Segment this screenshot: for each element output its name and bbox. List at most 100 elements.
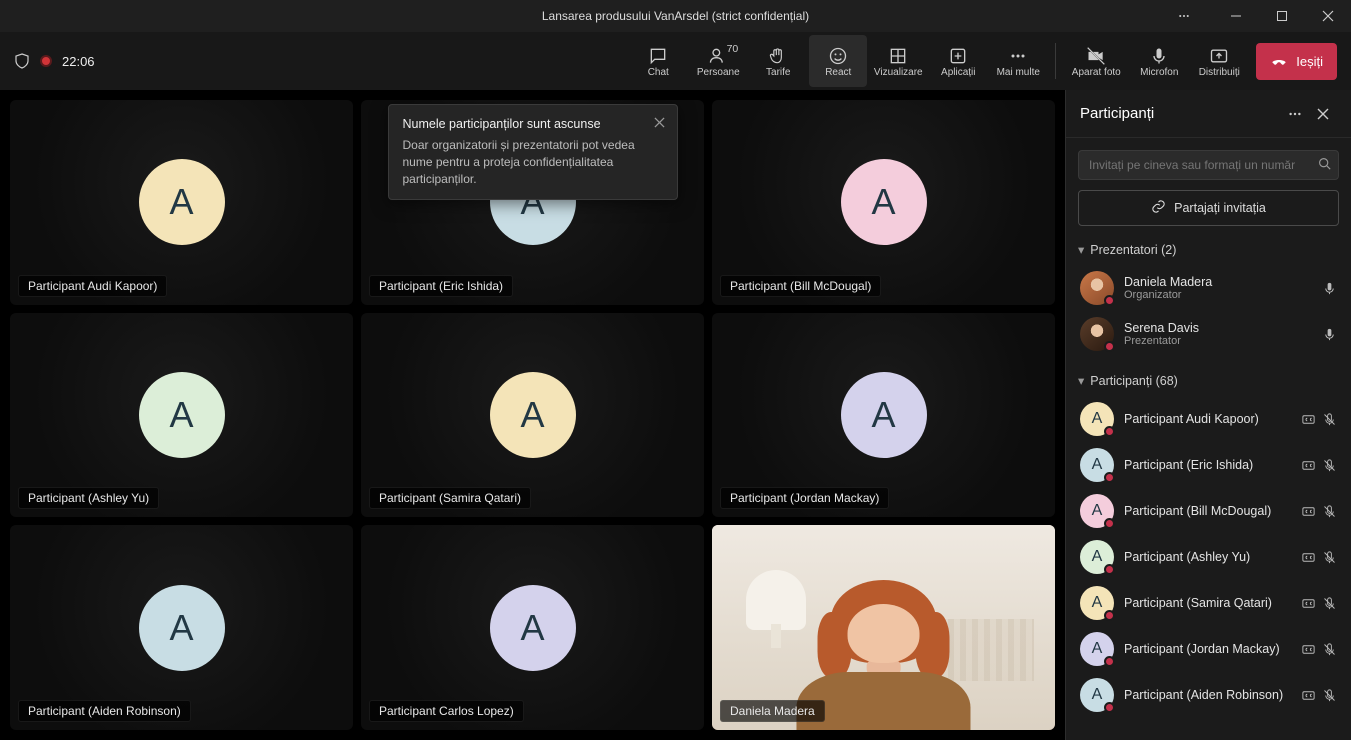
- participant-item[interactable]: A Participant Audi Kapoor): [1078, 396, 1339, 442]
- cc-icon: [1301, 550, 1316, 565]
- avatar: A: [1080, 540, 1114, 574]
- avatar: A: [490, 585, 576, 671]
- participant-item[interactable]: A Participant (Jordan Mackay): [1078, 626, 1339, 672]
- emoji-icon: [828, 45, 848, 67]
- participant-item[interactable]: A Participant (Samira Qatari): [1078, 580, 1339, 626]
- avatar: A: [1080, 586, 1114, 620]
- leave-label: Ieșiți: [1296, 54, 1323, 69]
- participant-name: Participant Audi Kapoor): [1124, 412, 1291, 426]
- presenter-name: Daniela Madera: [1124, 275, 1312, 289]
- more-button[interactable]: Mai multe: [989, 35, 1047, 87]
- share-invite-button[interactable]: Partajați invitația: [1078, 190, 1339, 226]
- more-icon: [1008, 45, 1028, 67]
- avatar: A: [490, 372, 576, 458]
- cc-icon: [1301, 642, 1316, 657]
- avatar: A: [1080, 448, 1114, 482]
- presenter-item[interactable]: Daniela Madera Organizator: [1078, 265, 1339, 311]
- mic-button[interactable]: Microfon: [1130, 35, 1188, 87]
- participant-name-pill: Participant (Aiden Robinson): [18, 700, 191, 722]
- participant-name-pill: Participant Audi Kapoor): [18, 275, 167, 297]
- mic-status-icon: [1322, 281, 1337, 296]
- avatar: A: [139, 159, 225, 245]
- status-dot-icon: [1104, 518, 1115, 529]
- camera-button[interactable]: Aparat foto: [1064, 35, 1128, 87]
- participant-item[interactable]: A Participant (Eric Ishida): [1078, 442, 1339, 488]
- mic-icon: [1149, 45, 1169, 67]
- avatar: A: [139, 372, 225, 458]
- participant-item[interactable]: A Participant (Ashley Yu): [1078, 534, 1339, 580]
- avatar: A: [841, 372, 927, 458]
- presenters-section-header[interactable]: ▾ Prezentatori (2): [1078, 242, 1339, 257]
- title-bar: Lansarea produsului VanArsdel (strict co…: [0, 0, 1351, 32]
- avatar: A: [1080, 402, 1114, 436]
- presenter-item[interactable]: Serena Davis Prezentator: [1078, 311, 1339, 357]
- window-minimize-button[interactable]: [1213, 0, 1259, 32]
- mic-status-icon: [1322, 327, 1337, 342]
- share-screen-icon: [1209, 45, 1229, 67]
- panel-close-button[interactable]: [1309, 100, 1337, 128]
- recording-indicator-icon: [40, 55, 52, 67]
- people-button[interactable]: 70 Persoane: [689, 35, 747, 87]
- cc-icon: [1301, 412, 1316, 427]
- participant-name-pill: Participant (Jordan Mackay): [720, 487, 889, 509]
- window-maximize-button[interactable]: [1259, 0, 1305, 32]
- participant-tile[interactable]: A Participant Carlos Lopez): [361, 525, 704, 730]
- status-dot-icon: [1104, 610, 1115, 621]
- status-dot-icon: [1104, 426, 1115, 437]
- camera-off-icon: [1086, 45, 1106, 67]
- react-button[interactable]: React: [809, 35, 867, 87]
- search-icon: [1318, 157, 1331, 173]
- leave-button[interactable]: Ieșiți: [1256, 43, 1337, 80]
- presenter-role: Prezentator: [1124, 335, 1312, 347]
- presenter-name: Serena Davis: [1124, 321, 1312, 335]
- participant-tile[interactable]: A Participant (Jordan Mackay): [712, 313, 1055, 518]
- participant-name: Participant (Ashley Yu): [1124, 550, 1291, 564]
- participant-item[interactable]: A Participant (Aiden Robinson): [1078, 672, 1339, 718]
- apps-button[interactable]: Aplicații: [929, 35, 987, 87]
- participant-name-pill: Daniela Madera: [720, 700, 825, 722]
- participant-tile[interactable]: A Participant (Ashley Yu): [10, 313, 353, 518]
- participants-section-header[interactable]: ▾ Participanți (68): [1078, 373, 1339, 388]
- participant-name: Participant (Aiden Robinson): [1124, 688, 1291, 702]
- participant-tile[interactable]: A Participant Audi Kapoor): [10, 100, 353, 305]
- cc-icon: [1301, 504, 1316, 519]
- grid-icon: [888, 45, 908, 67]
- participant-name: Participant (Bill McDougal): [1124, 504, 1291, 518]
- invite-search-input[interactable]: [1078, 150, 1339, 180]
- cc-icon: [1301, 688, 1316, 703]
- active-speaker-tile[interactable]: Daniela Madera: [712, 525, 1055, 730]
- toast-close-button[interactable]: [651, 113, 669, 131]
- mic-muted-icon: [1322, 642, 1337, 657]
- participant-name: Participant (Eric Ishida): [1124, 458, 1291, 472]
- avatar: A: [1080, 632, 1114, 666]
- privacy-toast: Numele participanților sunt ascunse Doar…: [388, 104, 678, 200]
- avatar: A: [1080, 494, 1114, 528]
- participant-name-pill: Participant Carlos Lopez): [369, 700, 524, 722]
- participant-tile[interactable]: A Participant (Samira Qatari): [361, 313, 704, 518]
- panel-title: Participanți: [1080, 105, 1281, 122]
- participant-tile[interactable]: AParticipant (Bill McDougal): [712, 100, 1055, 305]
- view-button[interactable]: Vizualizare: [869, 35, 927, 87]
- title-more-button[interactable]: [1161, 0, 1207, 32]
- window-close-button[interactable]: [1305, 0, 1351, 32]
- avatar: [1080, 317, 1114, 351]
- privacy-shield-icon[interactable]: [14, 53, 30, 69]
- participant-item[interactable]: A Participant (Bill McDougal): [1078, 488, 1339, 534]
- mic-muted-icon: [1322, 412, 1337, 427]
- video-stage: Numele participanților sunt ascunse Doar…: [0, 90, 1065, 740]
- people-icon: 70: [708, 45, 728, 67]
- participant-tile[interactable]: AParticipant (Aiden Robinson): [10, 525, 353, 730]
- status-dot-icon: [1104, 656, 1115, 667]
- hand-icon: [768, 45, 788, 67]
- chat-button[interactable]: Chat: [629, 35, 687, 87]
- panel-more-button[interactable]: [1281, 100, 1309, 128]
- meeting-timer: 22:06: [62, 54, 95, 69]
- status-dot-icon: [1104, 564, 1115, 575]
- raise-hand-button[interactable]: Tarife: [749, 35, 807, 87]
- presenter-role: Organizator: [1124, 289, 1312, 301]
- status-dot-icon: [1104, 702, 1115, 713]
- share-button[interactable]: Distribuiți: [1190, 35, 1248, 87]
- avatar: [1080, 271, 1114, 305]
- participant-name-pill: Participant (Ashley Yu): [18, 487, 159, 509]
- participant-name-pill: Participant (Samira Qatari): [369, 487, 531, 509]
